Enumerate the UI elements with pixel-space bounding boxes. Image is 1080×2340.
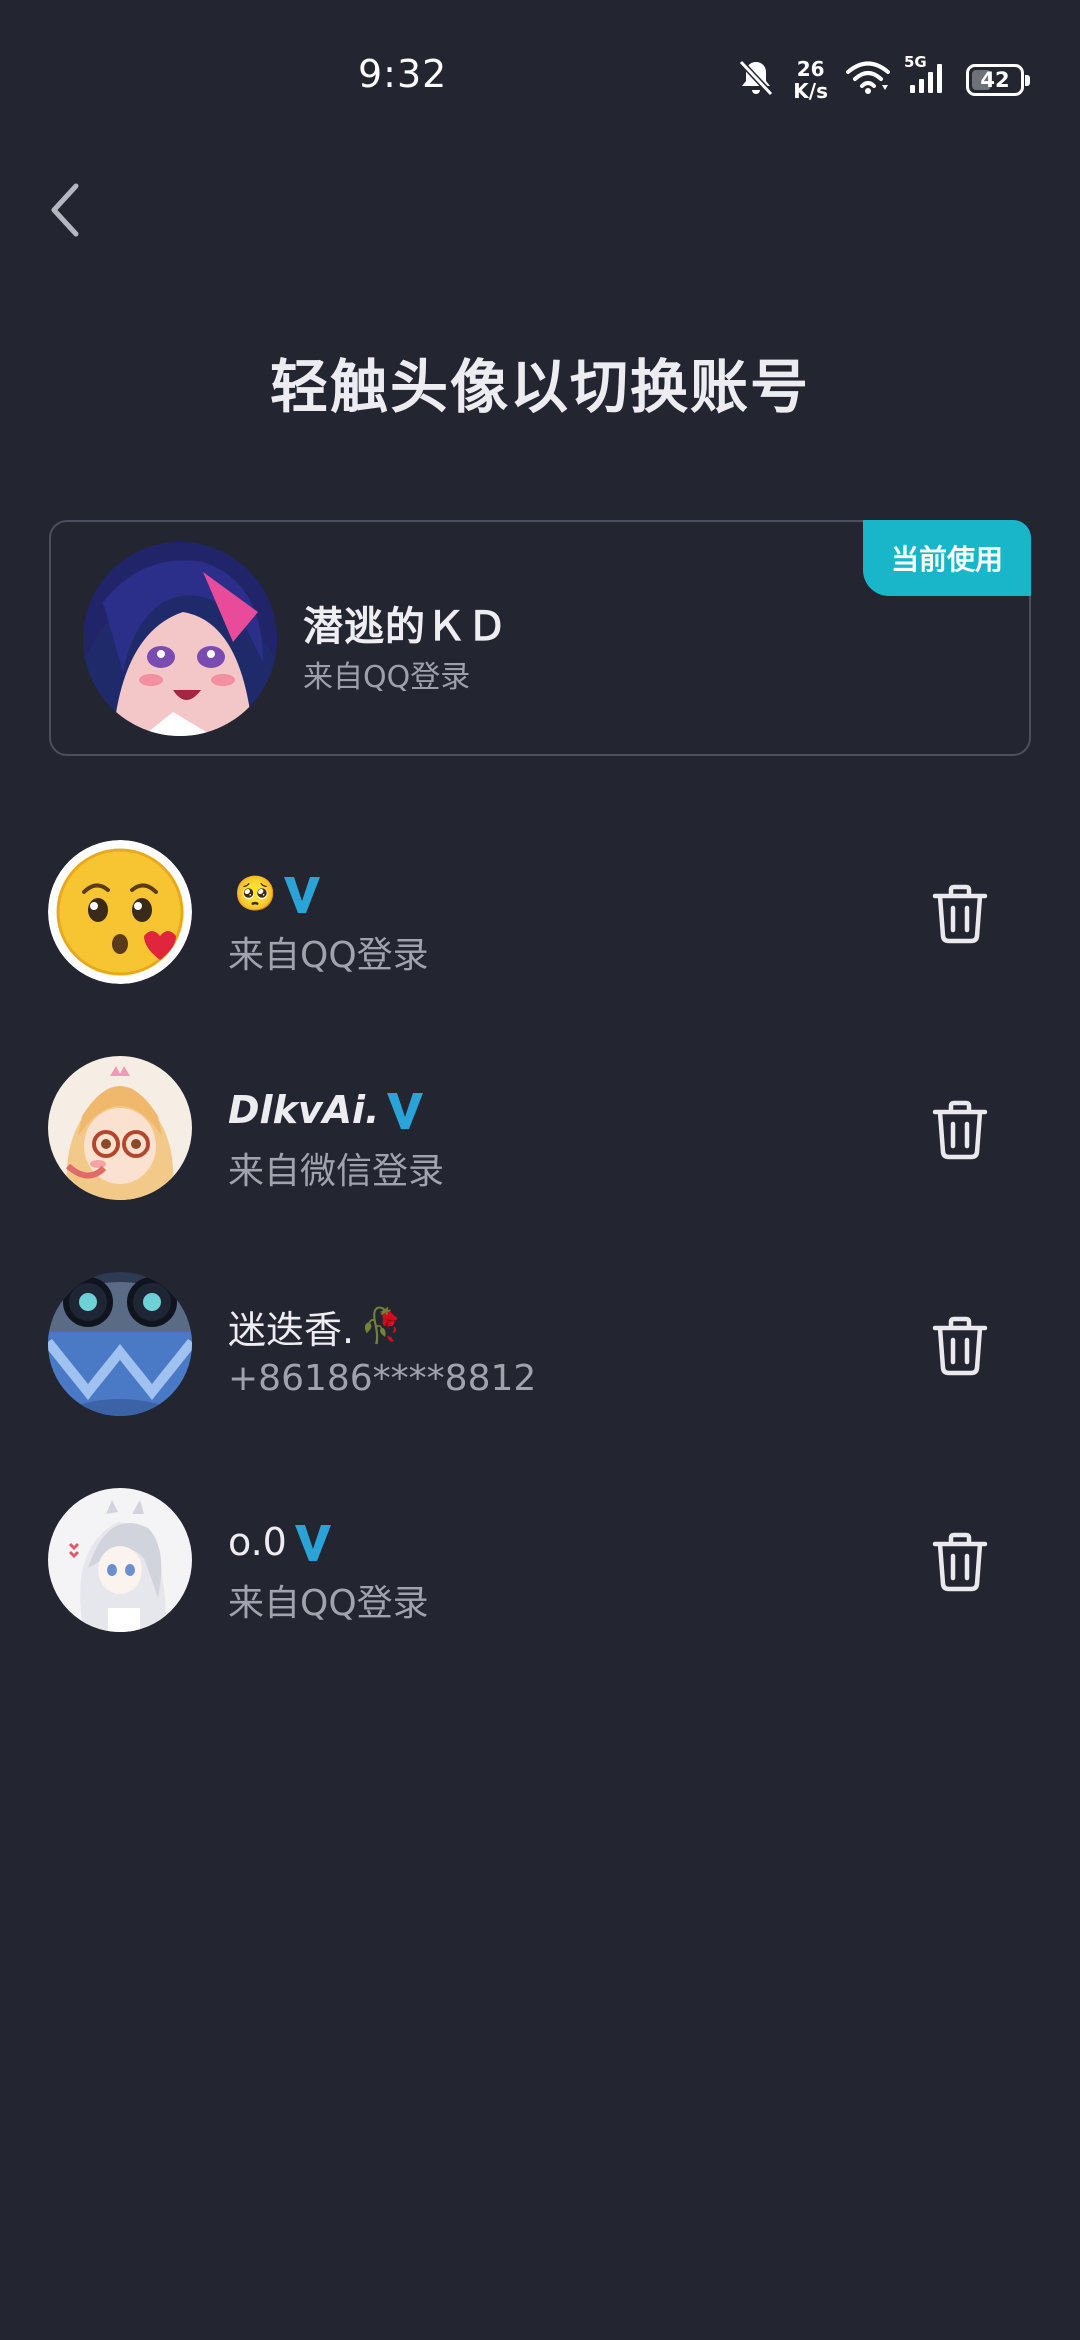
status-bar: 9:32 26 K/s 5G 42: [0, 0, 1080, 150]
kissing-emoji-avatar[interactable]: [48, 840, 192, 984]
status-icons: 26 K/s 5G 42: [737, 53, 1030, 104]
current-account-source: 来自QQ登录: [303, 660, 471, 695]
network-type: 5G: [904, 53, 927, 71]
pleading-emoji: 🥺: [234, 874, 277, 914]
anime-girl-glasses-avatar[interactable]: [48, 1056, 192, 1200]
back-button[interactable]: [36, 170, 96, 250]
account-name-text: 迷迭香.: [228, 1307, 355, 1352]
trash-icon: [932, 884, 988, 944]
trash-icon: [932, 1100, 988, 1160]
delete-button[interactable]: [920, 1090, 1000, 1170]
delete-button[interactable]: [920, 1306, 1000, 1386]
account-source: 来自QQ登录: [228, 1583, 429, 1624]
trash-icon: [932, 1532, 988, 1592]
account-name: 🥺: [228, 866, 322, 922]
account-row[interactable]: DlkvAi. 来自微信登录: [0, 1056, 1080, 1272]
page-title: 轻触头像以切换账号: [269, 353, 810, 421]
bell-off-icon: [737, 58, 775, 102]
account-row[interactable]: 🥺 来自QQ登录: [0, 840, 1080, 1056]
signal-icon: 5G: [904, 53, 948, 99]
account-name: 迷迭香. 🥀: [228, 1298, 402, 1354]
account-name-text: DlkvAi.: [228, 1088, 380, 1132]
vip-badge-icon: [284, 877, 321, 913]
delete-button[interactable]: [920, 874, 1000, 954]
chevron-left-icon: [51, 183, 79, 237]
account-name: o.0: [228, 1514, 333, 1570]
current-badge: 当前使用: [863, 520, 1031, 596]
wilted-rose-emoji: 🥀: [360, 1306, 403, 1346]
account-name-text: o.0: [228, 1520, 287, 1564]
blue-character-avatar[interactable]: [48, 1272, 192, 1416]
account-row[interactable]: 迷迭香. 🥀 +86186****8812: [0, 1272, 1080, 1488]
vip-badge-icon: [387, 1093, 424, 1129]
account-source: 来自微信登录: [228, 1151, 445, 1192]
current-account-avatar[interactable]: [83, 542, 277, 736]
battery-icon: 42: [966, 64, 1030, 96]
net-speed-unit: K/s: [793, 79, 828, 103]
trash-icon: [932, 1316, 988, 1376]
account-phone: +86186****8812: [228, 1358, 537, 1399]
current-account-card[interactable]: 当前使用 潜逃的ＫＤ 来自QQ登录: [49, 520, 1031, 756]
account-row[interactable]: o.0 来自QQ登录: [0, 1488, 1080, 1704]
current-account-name: 潜逃的ＫＤ: [303, 604, 508, 650]
account-name: DlkvAi.: [228, 1082, 425, 1138]
delete-button[interactable]: [920, 1522, 1000, 1602]
net-speed-value: 26: [796, 57, 825, 81]
net-speed: 26 K/s: [793, 58, 828, 102]
vip-badge-icon: [294, 1525, 331, 1561]
account-list: 🥺 来自QQ登录 DlkvAi. 来自微信登录 迷迭香. 🥀 +86186***…: [0, 840, 1080, 1704]
battery-level: 42: [980, 68, 1010, 92]
wifi-icon: [846, 61, 890, 99]
status-time: 9:32: [358, 52, 448, 96]
white-hair-girl-avatar[interactable]: [48, 1488, 192, 1632]
account-source: 来自QQ登录: [228, 935, 429, 976]
